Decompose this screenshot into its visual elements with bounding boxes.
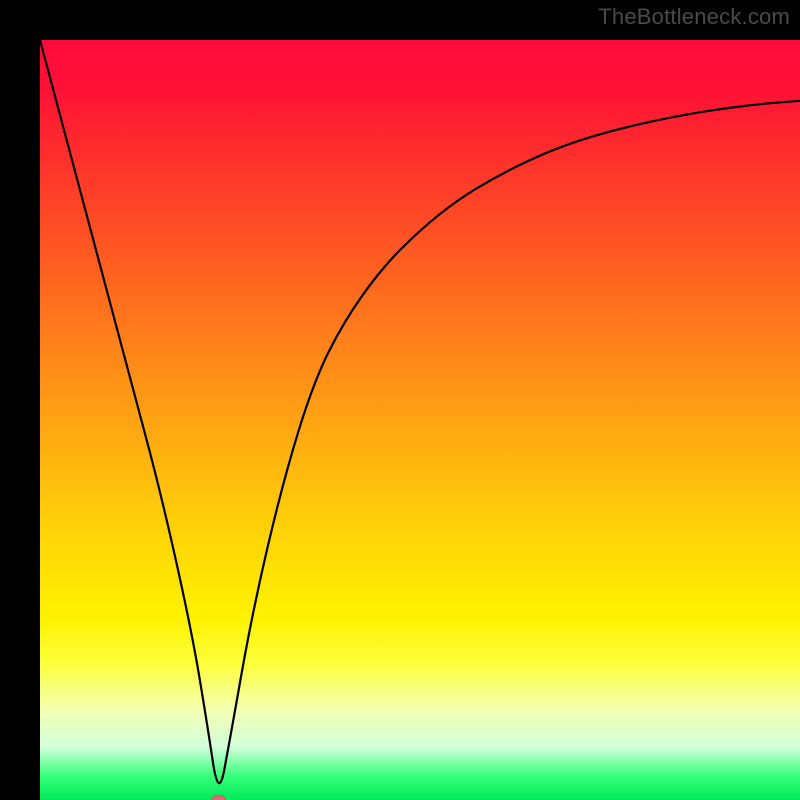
plot-area — [40, 40, 800, 800]
chart-frame — [20, 20, 780, 780]
optimal-point-marker — [212, 795, 226, 800]
bottleneck-curve — [40, 40, 800, 783]
watermark-text: TheBottleneck.com — [598, 4, 790, 30]
chart-svg — [40, 40, 800, 800]
